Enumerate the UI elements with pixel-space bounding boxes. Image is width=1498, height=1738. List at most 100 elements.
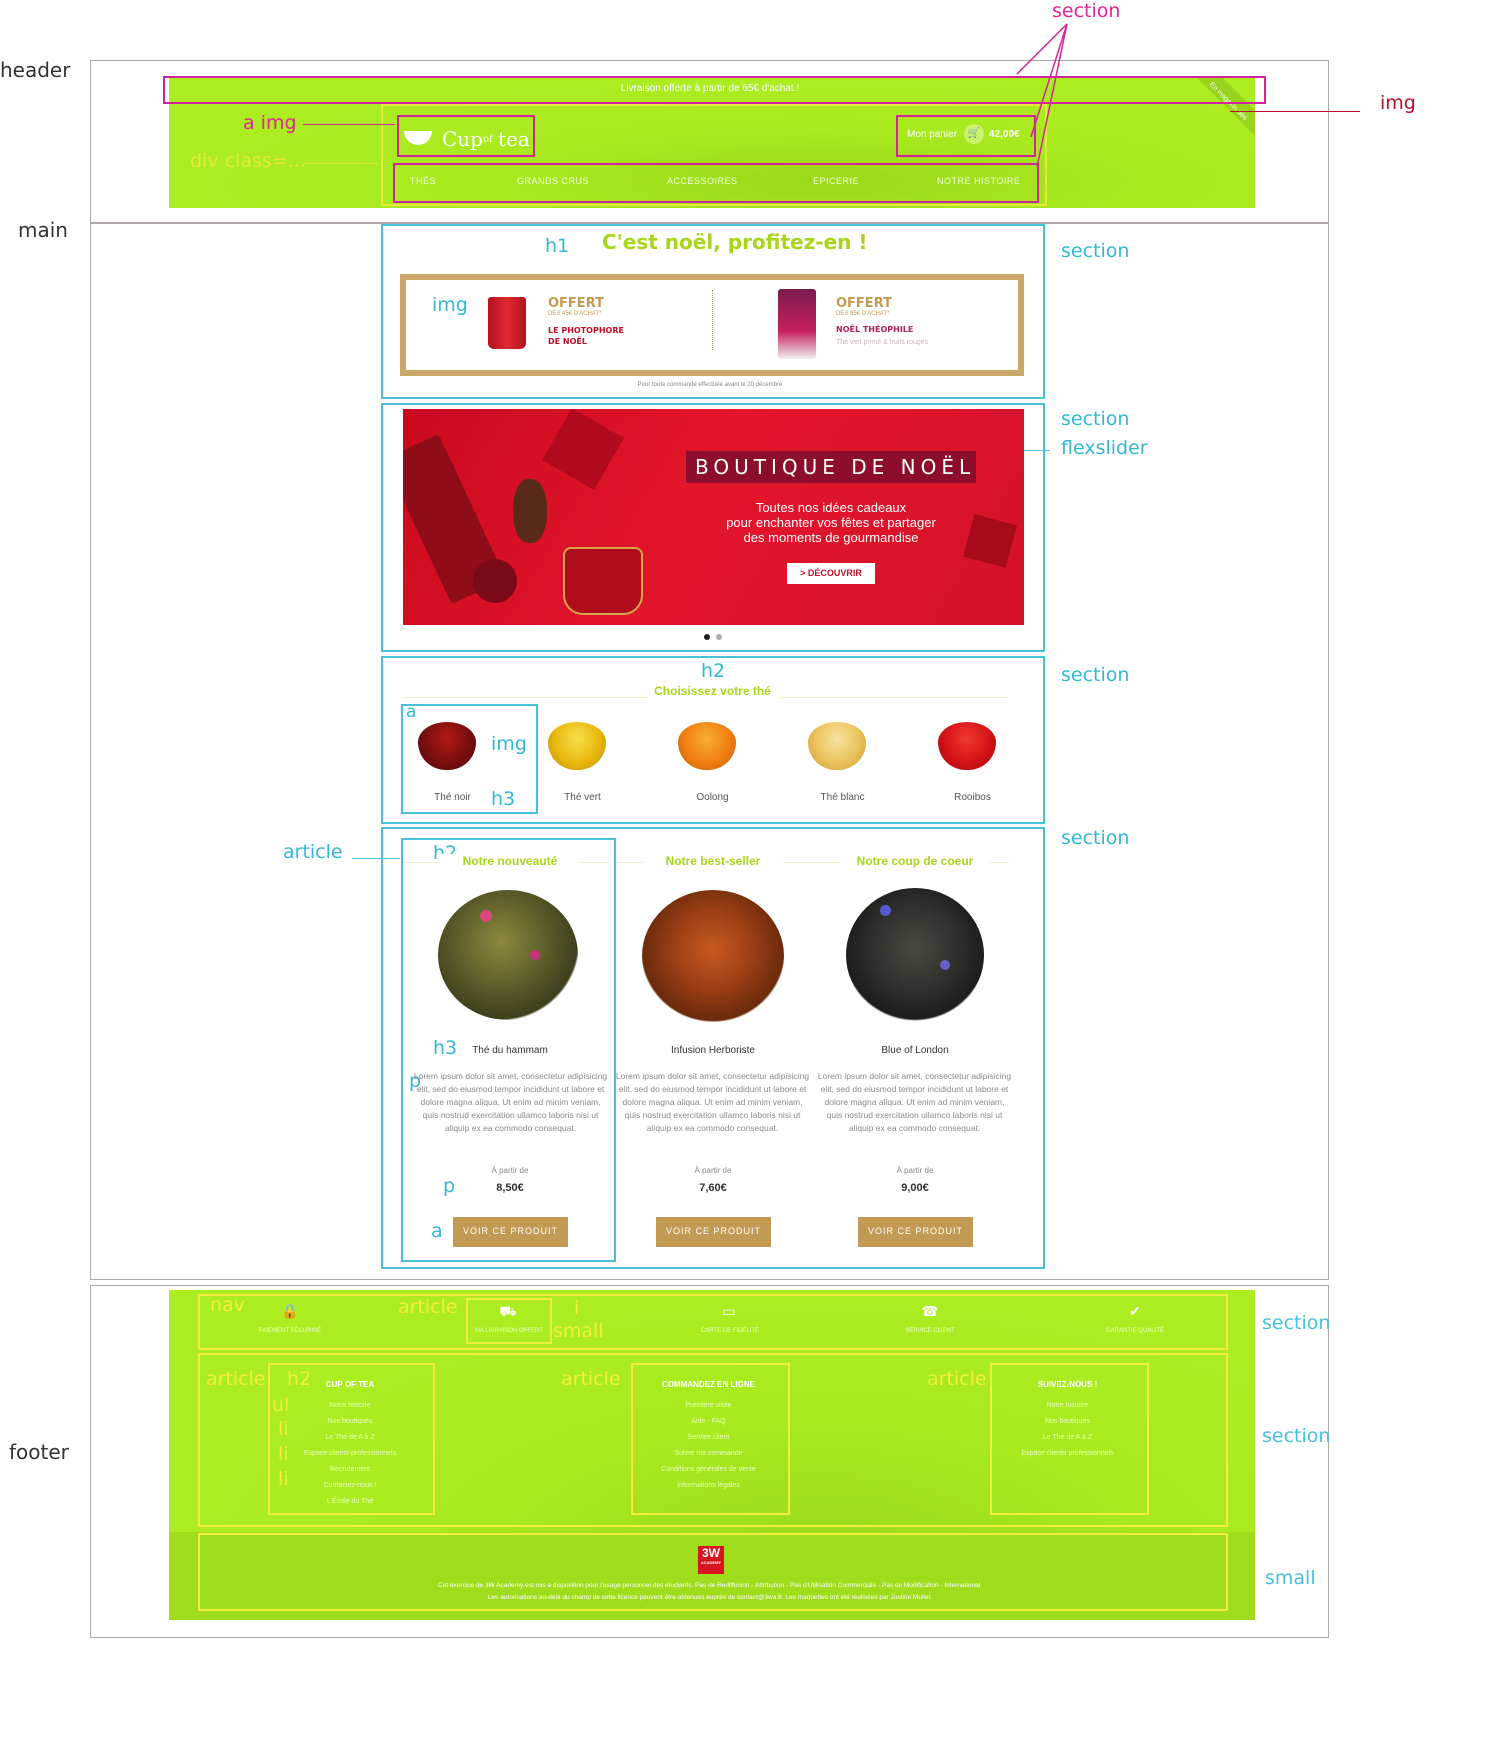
banner-ornament-icon [473, 559, 517, 603]
tea-label-oolong[interactable]: Oolong [665, 792, 760, 803]
img-corner-label: img [1380, 92, 1416, 114]
footer-col1-item[interactable]: L'École du Thé [285, 1498, 415, 1505]
offer1-name-2: DE NOËL [548, 337, 587, 346]
tea-label-noir[interactable]: Thé noir [405, 792, 500, 803]
footer-col2-item[interactable]: Conditions générales de vente [641, 1466, 776, 1473]
section-prod-label: section [1061, 827, 1130, 849]
product3-heading: Notre coup de coeur [840, 854, 990, 868]
footer-col2-item[interactable]: Première visite [641, 1402, 776, 1409]
choose-rule-right [778, 697, 1008, 698]
section-slider-label: section [1061, 408, 1130, 430]
product3-price: 9,00€ [901, 1182, 929, 1194]
slider-dot[interactable] [716, 634, 722, 640]
footer-col1-item[interactable]: Espace clients professionnels [285, 1450, 415, 1457]
discover-button[interactable]: > DÉCOUVRIR [787, 563, 875, 584]
product2-from: À partir de [694, 1166, 732, 1175]
product2-heading: Notre best-seller [643, 854, 783, 868]
h1-tag-label: h1 [545, 235, 570, 257]
banner-star-icon [542, 409, 624, 490]
footer-col2-item[interactable]: Informations légales [641, 1482, 776, 1489]
badge-text: 3W [702, 1546, 720, 1560]
article-2-label: article [561, 1368, 621, 1390]
footer-col3-item[interactable]: Le Thé de A à Z [1000, 1434, 1135, 1441]
photophore-icon [488, 297, 526, 349]
feature-garantie: GARANTIE QUALITÉ [1105, 1328, 1164, 1334]
product3-from: À partir de [896, 1166, 934, 1175]
christmas-banner[interactable]: BOUTIQUE DE NOËL Toutes nos idées cadeau… [403, 409, 1024, 625]
footer-col2-item[interactable]: Suivre ma commande [641, 1450, 776, 1457]
offer2-desc: Thé vert primé & fruits rouges [836, 339, 929, 346]
truck-icon: ⛟ [499, 1303, 517, 1319]
product3-tea-leaves-icon [846, 888, 984, 1022]
choose-title: Choisissez votre thé [654, 684, 771, 698]
3w-academy-logo[interactable]: 3W ACADEMY [698, 1546, 724, 1574]
footer-col1-item[interactable]: Le Thé de A à Z [285, 1434, 415, 1441]
slider-line-2: pour enchanter vos fêtes et partager [726, 515, 936, 530]
slider-dot-active[interactable] [704, 634, 710, 640]
product2-name: Infusion Herboriste [671, 1045, 755, 1056]
card-icon: ▭ [722, 1303, 736, 1319]
offer1-sub: DÈS 45€ D'ACHAT* [548, 311, 602, 317]
feature-livraison: MA LIVRAISON OFFERT [475, 1328, 543, 1334]
product3-name: Blue of London [881, 1045, 949, 1056]
product1-button[interactable]: VOIR CE PRODUIT [453, 1217, 568, 1247]
offer-footnote: Pour toute commande effectuée avant le 2… [637, 382, 783, 388]
a-img-label: a img [243, 112, 297, 134]
topbar-section-box [163, 76, 1266, 104]
small-nav-label: small [553, 1320, 604, 1342]
legal-line-2: Les autorisations au-delà du champ de ce… [487, 1594, 933, 1601]
product1-heading: Notre nouveauté [440, 854, 580, 868]
choose-rule-left [403, 697, 648, 698]
footer-col3-item[interactable]: Espace clients professionnels [1000, 1450, 1135, 1457]
product3-button[interactable]: VOIR CE PRODUIT [858, 1217, 973, 1247]
legal-line-1: Cet exercice de 3W Academy est mis à dis… [438, 1582, 982, 1589]
article-pointer [352, 858, 400, 859]
product1-petal-icon [480, 910, 492, 922]
article-3-label: article [927, 1368, 987, 1390]
badge-sub: ACADEMY [700, 1560, 722, 1565]
product1-from: À partir de [491, 1166, 529, 1175]
img-offer-label: img [432, 294, 468, 316]
footer-col3-item[interactable]: Notre histoire [1000, 1402, 1135, 1409]
product3-cornflower-icon [880, 905, 891, 916]
i-label: i [574, 1297, 580, 1319]
footer-col1-item[interactable]: Notre histoire [285, 1402, 415, 1409]
footer-col3-title: SUIVEZ-NOUS ! [1037, 1380, 1098, 1389]
check-icon: ✔ [1129, 1303, 1141, 1319]
product3-desc: Lorem ipsum dolor sit amet, consectetur … [817, 1071, 1012, 1133]
article-nav-label: article [398, 1296, 458, 1318]
section-choose-label: section [1061, 664, 1130, 686]
tea-label-rooibos[interactable]: Rooibos [925, 792, 1020, 803]
footer-col2-item[interactable]: Service client [641, 1434, 776, 1441]
section-nav-label: section [1262, 1312, 1331, 1334]
small-footer-label: small [1265, 1567, 1316, 1589]
article-1-label: article [206, 1368, 266, 1390]
footer-col1-item[interactable]: Contactez-nous ! [285, 1482, 415, 1489]
a-btn-label: a [431, 1220, 443, 1242]
h2-choose-label: h2 [701, 660, 726, 682]
footer-col3-item[interactable]: Nos boutiques [1000, 1418, 1135, 1425]
footer-col1-item[interactable]: Recrutement [285, 1466, 415, 1473]
div-class-pointer [303, 163, 378, 164]
img-corner-pointer [1230, 111, 1360, 112]
section-h1-label: section [1061, 240, 1130, 262]
footer-col2-item[interactable]: Aide - FAQ [641, 1418, 776, 1425]
footer-col1-item[interactable]: Nos boutiques [285, 1418, 415, 1425]
product2-desc: Lorem ipsum dolor sit amet, consectetur … [615, 1071, 810, 1133]
tea-label-blanc[interactable]: Thé blanc [795, 792, 890, 803]
footer-region-label: footer [9, 1440, 69, 1464]
main-region-label: main [18, 218, 68, 242]
product2-price: 7,60€ [699, 1182, 727, 1194]
product2-button[interactable]: VOIR CE PRODUIT [656, 1217, 771, 1247]
section-pointer-lines [1016, 23, 1068, 168]
phone-icon: ☎ [921, 1303, 939, 1319]
product1-tea-leaves-icon [438, 890, 578, 1020]
banner-pine-cone-icon [513, 479, 547, 543]
header-container-box [381, 104, 1047, 206]
offer2-title: OFFERT [836, 296, 892, 311]
offer2-sub: DÈS 85€ D'ACHAT* [836, 311, 890, 317]
header-region-label: header [0, 58, 71, 82]
section-top-label: section [1052, 0, 1121, 22]
tea-label-vert[interactable]: Thé vert [535, 792, 630, 803]
product3-cornflower-icon-2 [940, 960, 950, 970]
